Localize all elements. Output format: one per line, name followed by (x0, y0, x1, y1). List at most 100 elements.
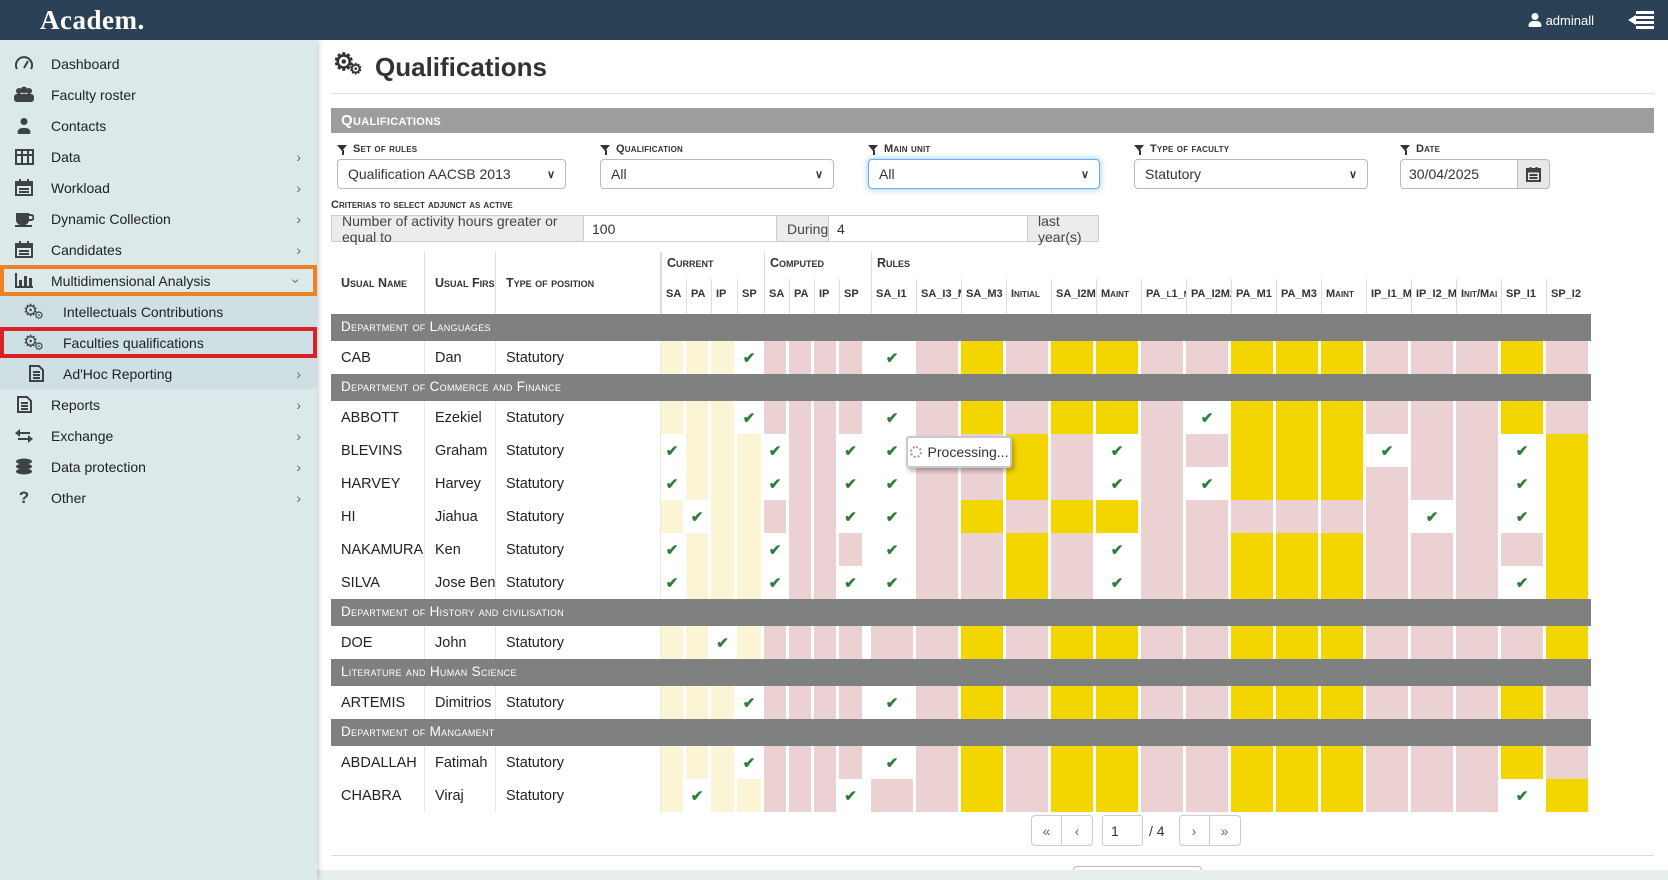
qual-cell (711, 686, 737, 719)
qual-cell (1231, 779, 1276, 812)
filter-label: Set of rules (337, 143, 566, 155)
sidebar-item-candidates[interactable]: Candidates › (0, 234, 317, 265)
qual-cell (1546, 779, 1591, 812)
calendar-picker-button[interactable] (1517, 159, 1550, 189)
qual-cell (961, 779, 1006, 812)
select-arrow-icon: ∨ (1081, 168, 1089, 181)
date-input[interactable] (1400, 159, 1517, 189)
qual-cell (839, 746, 865, 779)
qual-cell: ✔ (871, 500, 916, 533)
page-number-input[interactable] (1102, 815, 1143, 846)
sidebar-item-faculty-roster[interactable]: Faculty roster (0, 79, 317, 110)
qual-cell (1186, 626, 1231, 659)
rule-column-header: SA_I3_M (916, 279, 961, 314)
sidebar: Dashboard Faculty roster Contacts Data › (0, 40, 317, 880)
qual-cell (1276, 686, 1321, 719)
qual-cell: ✔ (737, 401, 764, 434)
activity-hours-input[interactable] (584, 215, 777, 242)
select-arrow-icon: ∨ (547, 168, 555, 181)
department-header: Literature and Human Science (331, 659, 1591, 686)
qual-cell (839, 533, 865, 566)
table-row: ABBOTTEzekielStatutory✔✔✔ (331, 401, 1591, 434)
qual-cell (1231, 566, 1276, 599)
table-row: CABDanStatutory✔✔ (331, 341, 1591, 374)
qual-cell (916, 566, 961, 599)
subcolumn-header: IP (711, 279, 737, 314)
main-unit-select[interactable]: All ∨ (868, 159, 1100, 189)
qual-cell: ✔ (871, 746, 916, 779)
qual-cell: ✔ (839, 566, 865, 599)
qual-cell (1321, 533, 1366, 566)
qual-cell (686, 434, 711, 467)
sidebar-item-data[interactable]: Data › (0, 141, 317, 172)
qual-cell (711, 746, 737, 779)
qual-cell (1366, 566, 1411, 599)
type-of-faculty-select[interactable]: Statutory ∨ (1134, 159, 1368, 189)
during-years-input[interactable] (829, 215, 1028, 242)
row-first-name: Dimitrios (425, 686, 496, 719)
next-page-button[interactable]: › (1179, 815, 1210, 846)
qual-cell: ✔ (1096, 533, 1141, 566)
qual-cell (1366, 686, 1411, 719)
sidebar-collapse-icon[interactable] (1628, 10, 1654, 30)
sidebar-item-contacts[interactable]: Contacts (0, 110, 317, 141)
last-page-button[interactable]: » (1210, 815, 1241, 846)
qual-cell (839, 626, 865, 659)
qual-cell (916, 686, 961, 719)
rule-column-header: Maint (1096, 279, 1141, 314)
qual-cell (1501, 746, 1546, 779)
qual-cell (1501, 533, 1546, 566)
sidebar-item-dashboard[interactable]: Dashboard (0, 48, 317, 79)
qualification-select[interactable]: All ∨ (600, 159, 834, 189)
row-usual-name: NAKAMURA (331, 533, 425, 566)
qual-cell (1141, 533, 1186, 566)
qual-cell (814, 467, 839, 500)
pagination: « ‹ / 4 › » (1031, 815, 1654, 846)
set-of-rules-select[interactable]: Qualification AACSB 2013 ∨ (337, 159, 566, 189)
qual-cell (1051, 779, 1096, 812)
qual-cell: ✔ (1501, 566, 1546, 599)
chevron-right-icon: › (296, 459, 307, 475)
sidebar-item-exchange[interactable]: Exchange › (0, 420, 317, 451)
qual-cell (814, 746, 839, 779)
first-page-button[interactable]: « (1031, 815, 1062, 846)
sidebar-item-data-protection[interactable]: Data protection › (0, 451, 317, 482)
qual-cell (916, 500, 961, 533)
qual-cell: ✔ (1186, 401, 1231, 434)
sidebar-item-adhoc-reporting[interactable]: Ad'Hoc Reporting › (0, 358, 317, 389)
qual-cell: ✔ (1501, 467, 1546, 500)
row-position: Statutory (496, 566, 661, 599)
group-header: Rules (871, 252, 1591, 279)
divider (331, 93, 1654, 94)
qual-cell (961, 686, 1006, 719)
chevron-right-icon: › (296, 211, 307, 227)
table-row: HIJiahuaStatutory✔✔✔✔✔ (331, 500, 1591, 533)
select-arrow-icon: ∨ (815, 168, 823, 181)
qual-cell (1141, 746, 1186, 779)
qual-cell (686, 686, 711, 719)
sidebar-item-reports[interactable]: Reports › (0, 389, 317, 420)
rule-column-header: SA_M3 (961, 279, 1006, 314)
sidebar-item-faculties-qualifications[interactable]: ⚙⚙ Faculties qualifications (0, 327, 317, 358)
qual-cell (737, 626, 764, 659)
sidebar-item-workload[interactable]: Workload › (0, 172, 317, 203)
qual-cell (686, 533, 711, 566)
qual-cell (1096, 341, 1141, 374)
department-header: Department of Mangament (331, 719, 1591, 746)
row-usual-name: CAB (331, 341, 425, 374)
sidebar-item-intellectuals-contributions[interactable]: ⚙⚙ Intellectuals Contributions (0, 296, 317, 327)
sidebar-item-other[interactable]: ? Other › (0, 482, 317, 513)
user-menu[interactable]: adminall (1528, 13, 1594, 28)
chevron-right-icon: › (296, 149, 307, 165)
qual-cell (1186, 341, 1231, 374)
sidebar-item-dynamic-collection[interactable]: Dynamic Collection › (0, 203, 317, 234)
calendar-icon (10, 241, 38, 258)
chevron-down-icon: › (289, 278, 305, 283)
sidebar-item-multidimensional-analysis[interactable]: Multidimensional Analysis › (0, 265, 317, 296)
qual-cell (1231, 401, 1276, 434)
prev-page-button[interactable]: ‹ (1062, 815, 1093, 846)
qual-cell: ✔ (1186, 467, 1231, 500)
qual-cell (814, 779, 839, 812)
qual-cell: ✔ (839, 434, 865, 467)
qual-cell (1321, 746, 1366, 779)
